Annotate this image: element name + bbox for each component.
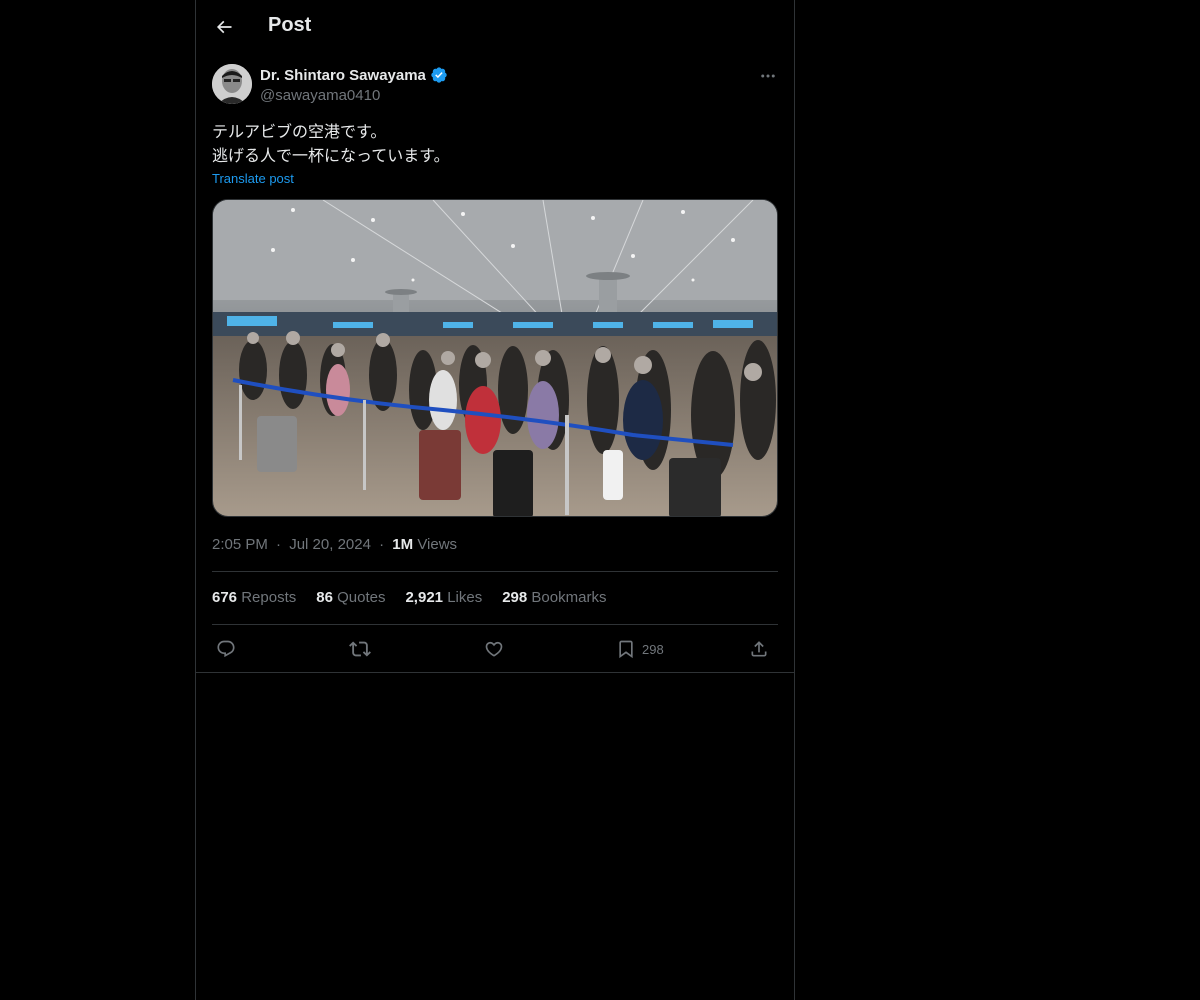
meta-separator: ·: [276, 536, 282, 553]
verified-badge-icon: [431, 67, 447, 83]
post-bottom-border: [196, 672, 794, 673]
divider-bottom: [212, 624, 778, 625]
post-stats: 676 Reposts 86 Quotes 2,921 Likes 298 Bo…: [212, 589, 606, 606]
likes-count: 2,921: [405, 589, 444, 606]
author-handle[interactable]: @sawayama0410: [260, 87, 380, 104]
avatar-image: [212, 64, 252, 104]
post-time[interactable]: 2:05 PM: [212, 536, 268, 553]
bookmark-button[interactable]: 298: [616, 634, 664, 664]
views-label: Views: [417, 536, 458, 553]
post-meta: 2:05 PM · Jul 20, 2024 · 1M Views: [212, 536, 457, 553]
views-count: 1M: [392, 536, 414, 553]
page-title: Post: [268, 14, 312, 36]
author-name[interactable]: Dr. Shintaro Sawayama: [260, 67, 426, 84]
likes-stat[interactable]: 2,921 Likes: [405, 589, 482, 606]
back-button[interactable]: [208, 11, 240, 43]
likes-label: Likes: [447, 589, 483, 606]
bookmark-icon: [619, 640, 633, 659]
action-bar: 298: [212, 634, 778, 664]
post-text: テルアビブの空港です。 逃げる人で一杯になっています。: [212, 120, 772, 168]
post-text-line-2: 逃げる人で一杯になっています。: [212, 146, 450, 165]
quotes-stat[interactable]: 86 Quotes: [316, 589, 385, 606]
airport-crowd-photo: [213, 200, 777, 516]
repost-icon: [349, 641, 371, 657]
author-name-row[interactable]: Dr. Shintaro Sawayama: [260, 66, 448, 84]
meta-separator-2: ·: [379, 536, 385, 553]
post-photo[interactable]: [212, 199, 778, 517]
repost-button[interactable]: [349, 634, 371, 664]
header: Post: [196, 0, 794, 54]
reposts-stat[interactable]: 676 Reposts: [212, 589, 296, 606]
bookmark-count: 298: [642, 641, 664, 657]
post-column: Post Dr. Shintaro Sawayama @sawayama0410…: [195, 0, 795, 1000]
post-date[interactable]: Jul 20, 2024: [289, 536, 371, 553]
share-button[interactable]: [749, 634, 769, 664]
heart-icon: [485, 641, 503, 657]
bookmarks-label: Bookmarks: [531, 589, 607, 606]
bookmarks-stat[interactable]: 298 Bookmarks: [502, 589, 606, 606]
reply-icon: [217, 640, 235, 658]
more-horizontal-icon: [761, 74, 775, 78]
like-button[interactable]: [484, 634, 504, 664]
reply-button[interactable]: [216, 634, 236, 664]
reposts-count: 676: [212, 589, 238, 606]
post-text-line-1: テルアビブの空港です。: [212, 122, 387, 141]
share-icon: [751, 641, 767, 657]
translate-post-link[interactable]: Translate post: [212, 171, 294, 186]
avatar[interactable]: [212, 64, 252, 104]
reposts-label: Reposts: [241, 589, 297, 606]
bookmarks-count: 298: [502, 589, 528, 606]
more-button[interactable]: [756, 64, 780, 88]
quotes-label: Quotes: [337, 589, 386, 606]
quotes-count: 86: [316, 589, 333, 606]
divider-top: [212, 571, 778, 572]
arrow-left-icon: [216, 20, 232, 34]
